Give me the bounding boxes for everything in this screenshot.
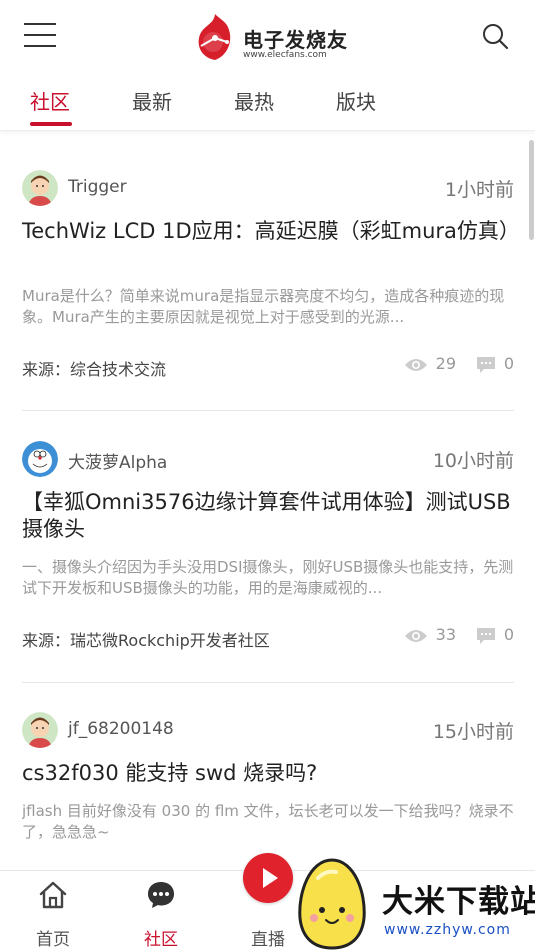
comment-icon (476, 627, 495, 644)
post-source[interactable]: 来源：瑞芯微Rockchip开发者社区 (22, 627, 270, 651)
post-author[interactable]: Trigger (68, 177, 127, 197)
avatar[interactable] (22, 441, 58, 477)
post-excerpt: Mura是什么？简单来说mura是指显示器亮度不均匀，造成各种痕迹的现象。Mur… (22, 287, 505, 326)
nav-home-label: 首页 (36, 930, 70, 950)
tab-boards[interactable]: 版块 (336, 86, 376, 115)
post-title[interactable]: TechWiz LCD 1D应用：高延迟膜（彩虹mura仿真） (22, 218, 520, 245)
post-title[interactable]: cs32f030 能支持 swd 烧录吗? (22, 760, 514, 787)
search-icon[interactable] (481, 22, 509, 50)
avatar[interactable] (22, 170, 58, 206)
post-item[interactable]: jf_68200148 15小时前 cs32f030 能支持 swd 烧录吗? … (22, 712, 514, 870)
comment-icon (476, 356, 495, 373)
watermark-text: 大米下载站 (382, 884, 535, 920)
site-logo[interactable]: 电子发烧友 www.elecfans.com (193, 10, 353, 66)
post-title[interactable]: 【幸狐Omni3576边缘计算套件试用体验】测试USB 摄像头 (22, 489, 514, 543)
post-feed[interactable]: Trigger 1小时前 TechWiz LCD 1D应用：高延迟膜（彩虹mur… (0, 140, 535, 870)
logo-mark-icon (198, 14, 231, 60)
logo-url: www.elecfans.com (243, 50, 327, 60)
post-author[interactable]: 大菠萝Alpha (68, 448, 167, 473)
home-icon (39, 881, 67, 909)
tab-latest[interactable]: 最新 (132, 86, 172, 115)
post-item[interactable]: 大菠萝Alpha 10小时前 【幸狐Omni3576边缘计算套件试用体验】测试U… (22, 441, 514, 656)
nav-home[interactable]: 首页 (18, 879, 88, 950)
post-divider (22, 410, 514, 411)
post-source[interactable]: 来源：综合技术交流 (22, 356, 166, 380)
avatar[interactable] (22, 712, 58, 748)
app-header: 电子发烧友 www.elecfans.com (0, 0, 535, 72)
nav-community-label: 社区 (144, 930, 178, 950)
post-time: 10小时前 (432, 450, 514, 472)
post-comments: 0 (476, 354, 514, 374)
scrollbar[interactable] (529, 140, 534, 240)
nav-live-label: 直播 (251, 930, 285, 950)
live-button[interactable] (243, 853, 293, 903)
post-divider (22, 682, 514, 683)
menu-icon[interactable] (24, 22, 56, 48)
active-tab-indicator (30, 122, 72, 126)
post-comments: 0 (476, 625, 514, 645)
tab-hottest[interactable]: 最热 (234, 86, 274, 115)
logo-text: 电子发烧友 (243, 28, 348, 52)
post-views: 33 (404, 625, 456, 644)
play-icon (263, 868, 278, 888)
views-count: 29 (435, 354, 456, 373)
post-item[interactable]: Trigger 1小时前 TechWiz LCD 1D应用：高延迟膜（彩虹mur… (22, 170, 520, 385)
post-views: 29 (404, 354, 456, 373)
comments-count: 0 (503, 354, 514, 373)
tab-community[interactable]: 社区 (30, 86, 70, 115)
post-time: 1小时前 (444, 179, 514, 201)
eye-icon (404, 629, 427, 642)
comments-count: 0 (503, 625, 514, 644)
nav-community[interactable]: 社区 (126, 879, 196, 950)
post-time: 15小时前 (432, 721, 514, 743)
post-excerpt: jflash 目前好像没有 030 的 flm 文件，坛长老可以发一下给我吗？烧… (22, 802, 514, 841)
chat-icon (148, 882, 174, 908)
watermark: 大米下载站 www.zzhyw.com (294, 858, 535, 951)
post-excerpt: 一、摄像头介绍因为手头没用DSI摄像头，刚好USB摄像头也能支持，先测试下开发板… (22, 558, 514, 597)
watermark-url: www.zzhyw.com (384, 922, 511, 938)
category-tabs: 社区 最新 最热 版块 (0, 72, 535, 131)
views-count: 33 (435, 625, 456, 644)
mascot-egg-icon (298, 858, 366, 950)
eye-icon (404, 358, 427, 371)
post-author[interactable]: jf_68200148 (68, 719, 174, 739)
